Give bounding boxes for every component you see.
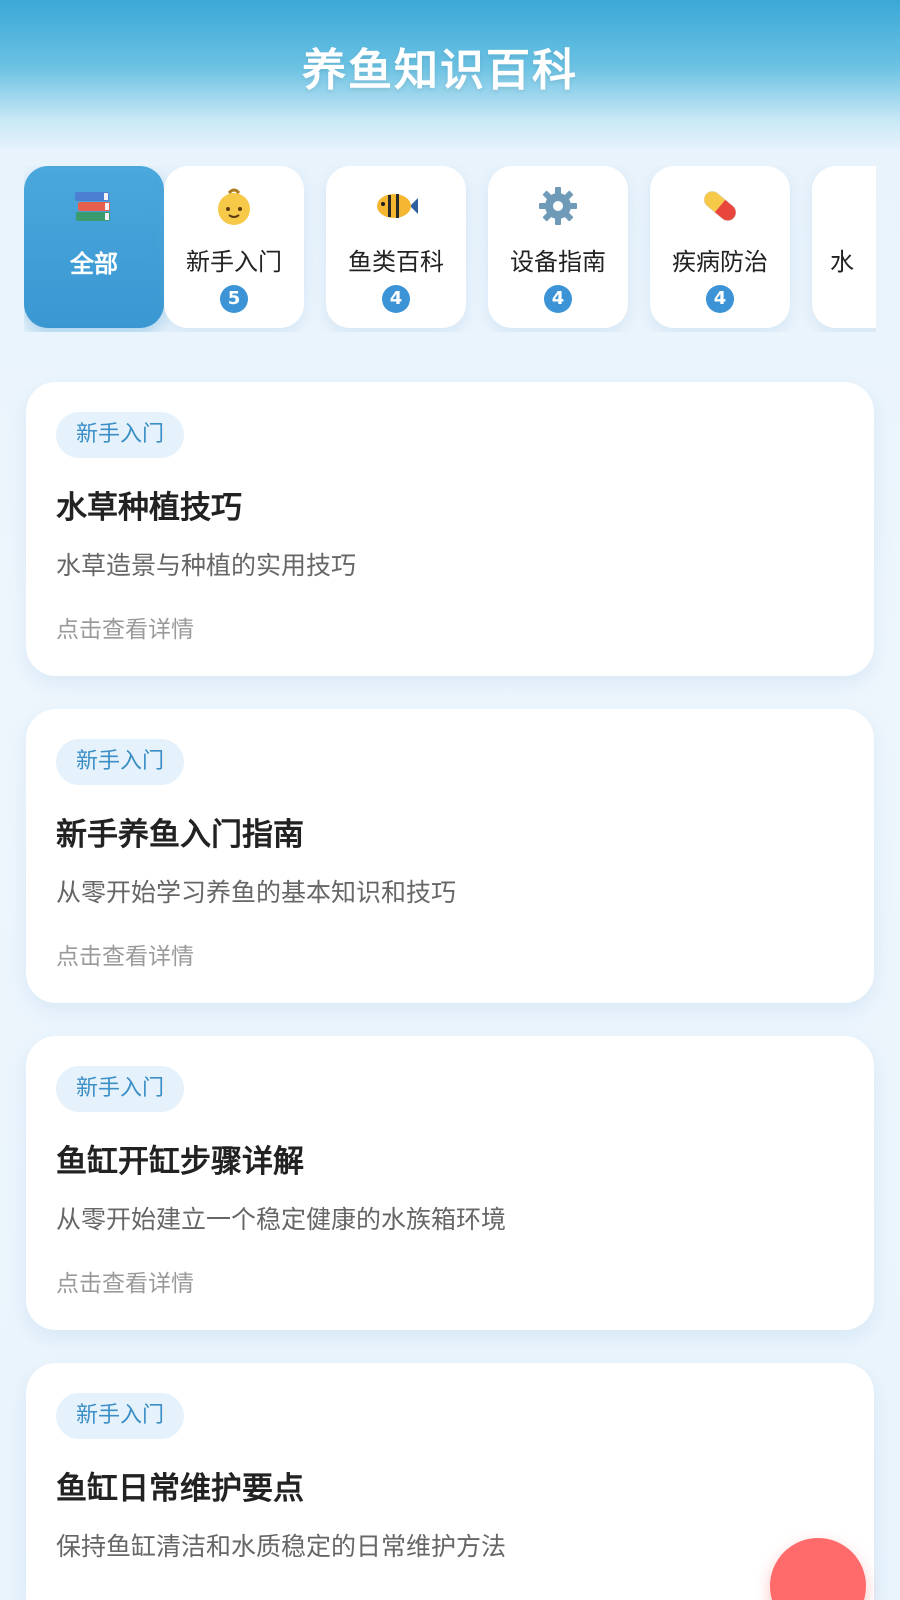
view-details-link[interactable]: 点击查看详情 bbox=[56, 937, 194, 971]
article-card[interactable]: 新手入门 水草种植技巧 水草造景与种植的实用技巧 点击查看详情 bbox=[26, 382, 874, 676]
category-water[interactable]: 水 bbox=[812, 166, 876, 328]
article-card[interactable]: 新手入门 鱼缸日常维护要点 保持鱼缸清洁和水质稳定的日常维护方法 bbox=[26, 1363, 874, 1600]
header: 养鱼知识百科 bbox=[0, 0, 900, 150]
category-equipment[interactable]: 设备指南 4 bbox=[488, 166, 628, 328]
category-fish[interactable]: 鱼类百科 4 bbox=[326, 166, 466, 328]
article-title: 水草种植技巧 bbox=[56, 490, 242, 526]
category-count-badge: 4 bbox=[544, 285, 572, 313]
category-count-badge: 4 bbox=[706, 285, 734, 313]
page-title: 养鱼知识百科 bbox=[302, 45, 578, 96]
article-description: 从零开始建立一个稳定健康的水族箱环境 bbox=[56, 1205, 507, 1234]
category-label: 设备指南 bbox=[510, 248, 606, 276]
category-label: 新手入门 bbox=[186, 248, 282, 276]
view-details-link[interactable]: 点击查看详情 bbox=[56, 1264, 194, 1298]
category-all[interactable]: 全部 bbox=[24, 166, 164, 328]
article-card[interactable]: 新手入门 鱼缸开缸步骤详解 从零开始建立一个稳定健康的水族箱环境 点击查看详情 bbox=[26, 1036, 874, 1330]
article-title: 鱼缸开缸步骤详解 bbox=[56, 1144, 304, 1180]
article-title: 新手养鱼入门指南 bbox=[56, 817, 304, 853]
category-label: 全部 bbox=[70, 250, 118, 278]
gear-icon bbox=[539, 187, 577, 225]
article-description: 保持鱼缸清洁和水质稳定的日常维护方法 bbox=[56, 1532, 507, 1561]
tropical-fish-icon bbox=[377, 194, 418, 218]
article-card[interactable]: 新手入门 新手养鱼入门指南 从零开始学习养鱼的基本知识和技巧 点击查看详情 bbox=[26, 709, 874, 1003]
article-title: 鱼缸日常维护要点 bbox=[56, 1471, 304, 1507]
category-bar[interactable]: 全部 新手入门 5 鱼类百科 4 设备指南 4 疾病防治 4 水 bbox=[24, 166, 876, 332]
category-tag: 新手入门 bbox=[56, 412, 185, 458]
books-icon bbox=[75, 192, 110, 221]
view-details-link[interactable]: 点击查看详情 bbox=[56, 610, 194, 644]
category-label: 鱼类百科 bbox=[348, 248, 444, 276]
category-beginner[interactable]: 新手入门 5 bbox=[164, 166, 304, 328]
category-label: 水 bbox=[830, 248, 854, 276]
category-disease[interactable]: 疾病防治 4 bbox=[650, 166, 790, 328]
baby-icon bbox=[218, 188, 250, 225]
category-count-badge: 5 bbox=[220, 285, 248, 313]
category-tag: 新手入门 bbox=[56, 1393, 185, 1439]
article-description: 从零开始学习养鱼的基本知识和技巧 bbox=[56, 878, 457, 907]
category-count-badge: 4 bbox=[382, 285, 410, 313]
category-tag: 新手入门 bbox=[56, 739, 185, 785]
category-label: 疾病防治 bbox=[672, 248, 768, 276]
article-description: 水草造景与种植的实用技巧 bbox=[56, 551, 357, 580]
category-tag: 新手入门 bbox=[56, 1066, 185, 1112]
pill-icon bbox=[703, 191, 737, 221]
page: 养鱼知识百科 全部 新手入门 5 鱼类百科 4 设备指南 4 疾病防治 4 水 … bbox=[0, 0, 900, 1600]
